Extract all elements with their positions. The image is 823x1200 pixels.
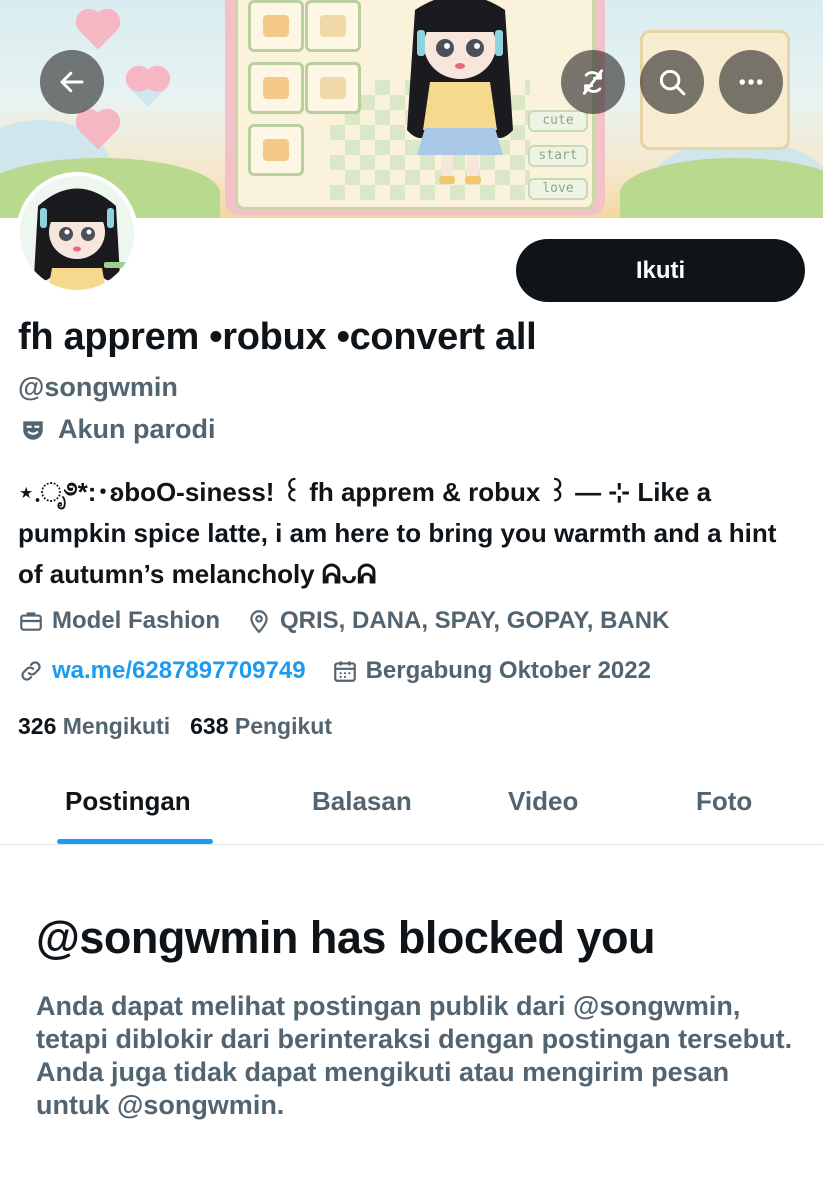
followers-count: 638	[190, 713, 229, 739]
follow-stats: 326 Mengikuti 638 Pengikut	[18, 713, 332, 740]
banner-tile	[248, 0, 304, 52]
banner-tag-love: love	[528, 178, 588, 200]
blocked-message: Anda dapat melihat postingan publik dari…	[36, 991, 793, 1120]
more-button[interactable]	[719, 50, 783, 114]
location-item: QRIS, DANA, SPAY, GOPAY, BANK	[246, 607, 669, 635]
banner-tag-cute: cute	[528, 110, 588, 132]
banner-heart	[79, 12, 117, 50]
briefcase-icon	[20, 612, 42, 631]
search-icon	[659, 69, 686, 96]
parody-label: Akun parodi	[20, 414, 216, 445]
profile-banner[interactable]: cute start love	[0, 0, 823, 218]
arrow-left-icon	[60, 71, 84, 93]
category-item: Model Fashion	[18, 607, 220, 635]
following-count: 326	[18, 713, 57, 739]
banner-tag-start: start	[528, 145, 588, 167]
location-text: QRIS, DANA, SPAY, GOPAY, BANK	[280, 607, 670, 634]
banner-tile	[248, 62, 304, 114]
banner-tile	[305, 0, 361, 52]
follow-button[interactable]: Ikuti	[516, 239, 805, 302]
profile-tabs: Postingan Balasan Video Foto	[0, 760, 823, 845]
tab-photos[interactable]: Foto	[696, 786, 752, 817]
avatar-image	[20, 176, 134, 290]
tab-posts[interactable]: Postingan	[65, 786, 191, 817]
website-item[interactable]: wa.me/6287897709749	[18, 657, 306, 685]
blocked-title: @songwmin has blocked you	[36, 912, 655, 963]
location-pin-icon	[250, 610, 268, 634]
following-stat[interactable]: 326 Mengikuti	[18, 713, 170, 740]
joined-item: Bergabung Oktober 2022	[332, 657, 651, 685]
back-button[interactable]	[40, 50, 104, 114]
profile-handle: @songwmin	[18, 372, 178, 402]
banner-tile	[248, 124, 304, 176]
followers-stat[interactable]: 638 Pengikut	[190, 713, 332, 740]
tab-video[interactable]: Video	[508, 786, 578, 817]
banner-tile	[305, 62, 361, 114]
followers-label: Pengikut	[234, 713, 332, 739]
category-text: Model Fashion	[52, 607, 220, 634]
more-horizontal-icon	[739, 79, 763, 85]
sync-button[interactable]	[561, 50, 625, 114]
profile-name: fh apprem •robux •convert all	[18, 316, 537, 358]
avatar[interactable]	[16, 172, 138, 294]
link-icon	[21, 661, 41, 681]
banner-heart	[129, 69, 167, 107]
profile-meta-row: Model Fashion QRIS, DANA, SPAY, GOPAY, B…	[18, 607, 695, 635]
no-sync-icon	[582, 69, 604, 95]
calendar-icon	[333, 661, 356, 682]
banner-hill	[620, 158, 823, 218]
search-button[interactable]	[640, 50, 704, 114]
theater-masks-icon	[23, 420, 43, 440]
tab-replies[interactable]: Balasan	[312, 786, 412, 817]
following-label: Mengikuti	[62, 713, 171, 739]
banner-doll-illustration	[407, 0, 513, 184]
profile-bio: ⋆.ೃ࿔*:･ʚboO-siness! ꒰ fh apprem & robux …	[18, 477, 777, 589]
profile-meta-row: wa.me/6287897709749 Bergabung Oktober 20…	[18, 657, 677, 685]
website-link[interactable]: wa.me/6287897709749	[52, 657, 306, 685]
parody-text: Akun parodi	[58, 414, 216, 444]
active-tab-indicator	[57, 839, 213, 844]
joined-text: Bergabung Oktober 2022	[365, 657, 651, 684]
